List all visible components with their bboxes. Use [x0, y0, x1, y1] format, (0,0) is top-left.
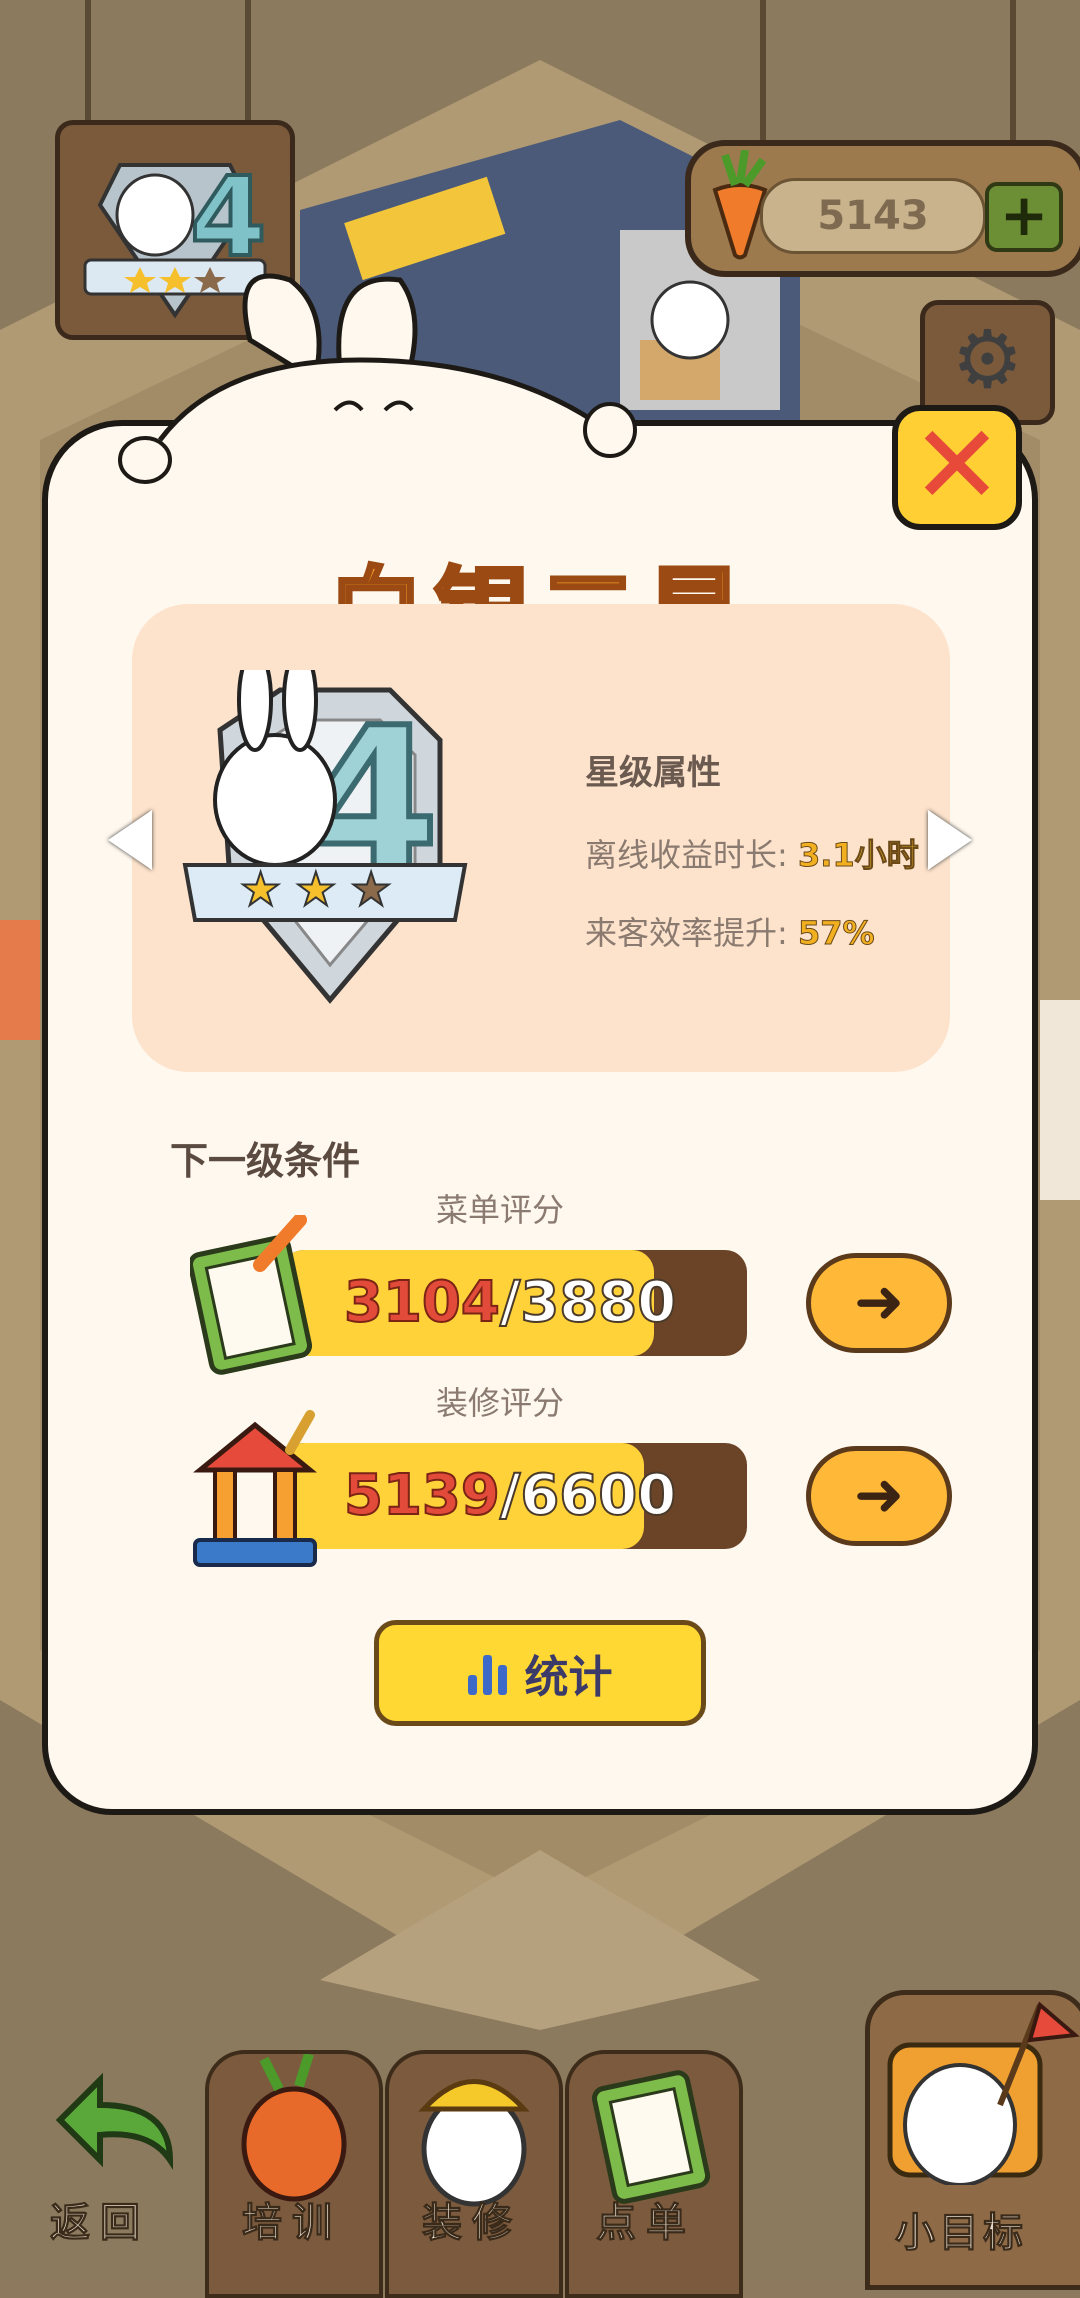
menu-score-bar: 3104/3880: [282, 1250, 747, 1356]
guest-efficiency-value: 57%: [797, 914, 875, 953]
rank-badge-large-icon: 4: [182, 670, 468, 1004]
rank-stars: ★ ★ ★: [239, 861, 393, 917]
decor-score-go-button[interactable]: ➜: [806, 1446, 952, 1546]
nav-goal-label: 小目标: [895, 2210, 1027, 2257]
sign-rope: [1010, 0, 1016, 145]
decor-score-label: 装修评分: [435, 1384, 564, 1422]
offline-income-row: 离线收益时长: 3.1小时: [585, 830, 925, 880]
close-icon: ✕: [910, 401, 1004, 529]
star-empty-icon: ★: [349, 861, 392, 917]
next-rank-arrow[interactable]: [928, 810, 972, 870]
decor-score-separator: /: [499, 1462, 521, 1529]
goal-flag-icon: [887, 2001, 1080, 2187]
nav-decorate-button[interactable]: [385, 2050, 563, 2298]
menu-score-separator: /: [499, 1269, 521, 1336]
menu-score-go-button[interactable]: ➜: [806, 1253, 952, 1353]
nav-decorate-label: 装修: [422, 2200, 522, 2247]
sign-rope: [760, 0, 766, 145]
gear-icon: ⚙: [951, 313, 1024, 406]
sign-rope: [85, 0, 91, 125]
decor-score-bar: 5139/6600: [282, 1443, 747, 1549]
carrot-count: 5143: [760, 178, 986, 254]
guest-efficiency-label: 来客效率提升:: [585, 914, 788, 952]
arrow-right-icon: ➜: [853, 1267, 905, 1337]
star-filled-icon: ★: [294, 861, 337, 917]
decor-score-max: 6600: [519, 1462, 677, 1529]
clipboard-icon: [190, 1215, 313, 1375]
bar-chart-icon: [467, 1651, 507, 1695]
nav-back-button[interactable]: [30, 2050, 200, 2290]
close-button[interactable]: ✕: [892, 405, 1022, 530]
statistics-label: 统计: [524, 1652, 613, 1703]
bunny-mascot: [118, 273, 637, 490]
sign-rope: [245, 0, 251, 125]
arrow-right-icon: ➜: [853, 1460, 905, 1530]
nav-back-label: 返回: [50, 2200, 150, 2247]
previous-rank-arrow[interactable]: [108, 810, 152, 870]
menu-score-current: 3104: [343, 1269, 501, 1336]
nav-order-label: 点单: [596, 2200, 696, 2247]
back-arrow-icon: [55, 2072, 174, 2170]
nav-order-button[interactable]: [565, 2050, 743, 2298]
nav-train-label: 培训: [242, 2200, 342, 2247]
house-icon: [192, 1410, 318, 1567]
star-filled-icon: ★: [239, 861, 282, 917]
add-carrots-button[interactable]: +: [985, 182, 1063, 252]
offline-income-value: 3.1小时: [797, 836, 919, 875]
offline-income-label: 离线收益时长:: [585, 836, 788, 874]
guest-efficiency-row: 来客效率提升: 57%: [585, 908, 875, 954]
next-level-title: 下一级条件: [170, 1139, 361, 1183]
menu-score-label: 菜单评分: [435, 1191, 564, 1229]
statistics-button[interactable]: 统计: [374, 1620, 706, 1726]
menu-score-max: 3880: [519, 1269, 677, 1336]
star-attributes-title: 星级属性: [585, 753, 721, 793]
nav-train-button[interactable]: [205, 2050, 383, 2298]
decor-score-current: 5139: [343, 1462, 501, 1529]
